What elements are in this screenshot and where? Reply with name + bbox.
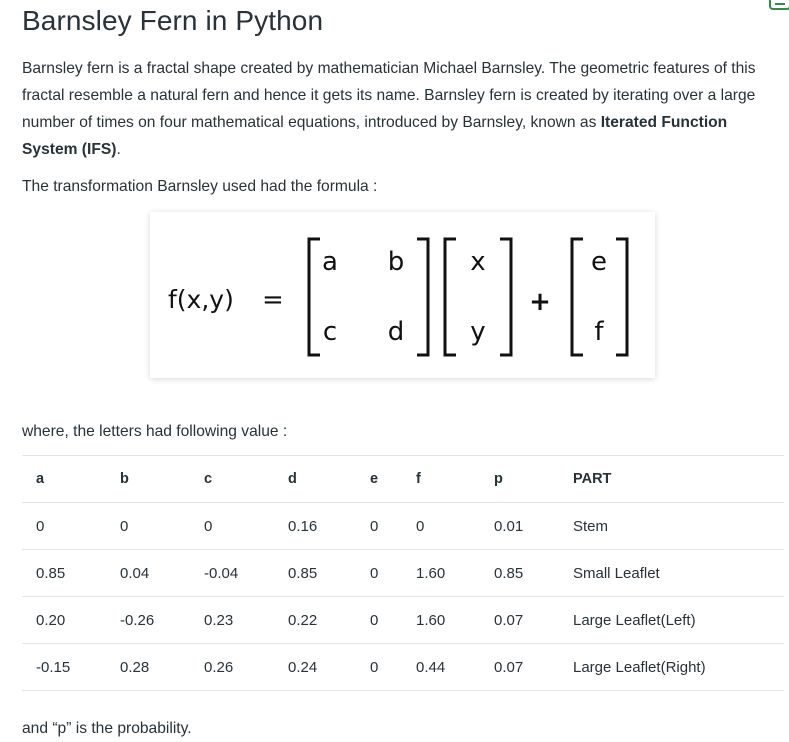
table-cell: 0 xyxy=(402,502,480,550)
header-f: f xyxy=(402,455,480,503)
table-row: 0.20 -0.26 0.23 0.22 0 1.60 0.07 Large L… xyxy=(22,596,784,644)
header-c: c xyxy=(190,455,274,503)
matrix-left-bracket xyxy=(307,237,320,357)
vector-left-bracket xyxy=(443,237,456,357)
intro-paragraph: Barnsley fern is a fractal shape created… xyxy=(22,55,782,163)
table-cell: 0 xyxy=(106,502,190,550)
formula-image: f(x,y) = a b c d x y + e f xyxy=(150,212,655,378)
table-cell: -0.15 xyxy=(22,643,106,691)
table-cell: 0.01 xyxy=(480,502,559,550)
matrix-b: b xyxy=(388,247,405,277)
table-row: 0 0 0 0.16 0 0 0.01 Stem xyxy=(22,502,784,550)
table-cell: 0.07 xyxy=(480,596,559,644)
table-cell: Large Leaflet(Right) xyxy=(559,643,784,691)
table-cell: 0.26 xyxy=(190,643,274,691)
matrix-right-bracket xyxy=(417,237,430,357)
table-cell: 0 xyxy=(356,596,402,644)
offset-f: f xyxy=(594,317,604,347)
offset-right-bracket xyxy=(616,237,629,357)
header-p: p xyxy=(480,455,559,503)
table-cell: 0 xyxy=(22,502,106,550)
table-cell: Small Leaflet xyxy=(559,549,784,597)
probability-note: and “p” is the probability. xyxy=(22,720,192,737)
matrix-c: c xyxy=(323,317,337,347)
table-cell: 0.85 xyxy=(274,549,356,597)
table-intro-text: where, the letters had following value : xyxy=(22,423,288,440)
vector-right-bracket xyxy=(500,237,513,357)
formula-intro-text: The transformation Barnsley used had the… xyxy=(22,178,378,195)
header-b: b xyxy=(106,455,190,503)
formula-svg: f(x,y) = a b c d x y + e f xyxy=(168,237,629,357)
table-cell: 0.28 xyxy=(106,643,190,691)
table-cell: 0 xyxy=(356,643,402,691)
table-cell: 1.60 xyxy=(402,596,480,644)
table-cell: 0.85 xyxy=(480,549,559,597)
table-cell: 1.60 xyxy=(402,549,480,597)
matrix-a: a xyxy=(322,247,338,277)
page-title: Barnsley Fern in Python xyxy=(22,5,324,36)
table-cell: 0 xyxy=(190,502,274,550)
matrix-d: d xyxy=(388,317,405,347)
header-d: d xyxy=(274,455,356,503)
table-cell: -0.04 xyxy=(190,549,274,597)
table-row: 0.85 0.04 -0.04 0.85 0 1.60 0.85 Small L… xyxy=(22,549,784,597)
header-a: a xyxy=(22,455,106,503)
vector-y: y xyxy=(470,317,485,347)
table-cell: 0.07 xyxy=(480,643,559,691)
table-row: -0.15 0.28 0.26 0.24 0 0.44 0.07 Large L… xyxy=(22,643,784,691)
table-cell: 0.85 xyxy=(22,549,106,597)
table-header-row: a b c d e f p PART xyxy=(22,455,784,503)
vector-x: x xyxy=(470,247,485,277)
table-cell: -0.26 xyxy=(106,596,190,644)
table-cell: 0.22 xyxy=(274,596,356,644)
table-cell: Stem xyxy=(559,502,784,550)
bookmark-icon[interactable] xyxy=(769,0,789,10)
formula-lhs: f(x,y) xyxy=(168,285,234,314)
table-cell: 0.04 xyxy=(106,549,190,597)
table-cell: 0.23 xyxy=(190,596,274,644)
table-cell: 0.24 xyxy=(274,643,356,691)
offset-left-bracket xyxy=(570,237,583,357)
table-cell: 0.20 xyxy=(22,596,106,644)
header-e: e xyxy=(356,455,402,503)
table-cell: 0.44 xyxy=(402,643,480,691)
offset-e: e xyxy=(591,247,607,277)
formula-plus: + xyxy=(529,287,551,317)
coefficients-table: a b c d e f p PART 0 0 0 0.16 0 0 0.01 S… xyxy=(22,455,784,691)
table-cell: Large Leaflet(Left) xyxy=(559,596,784,644)
table-cell: 0 xyxy=(356,502,402,550)
table-cell: 0.16 xyxy=(274,502,356,550)
header-part: PART xyxy=(559,455,784,503)
table-cell: 0 xyxy=(356,549,402,597)
intro-end: . xyxy=(116,141,121,158)
formula-equals: = xyxy=(262,285,284,315)
